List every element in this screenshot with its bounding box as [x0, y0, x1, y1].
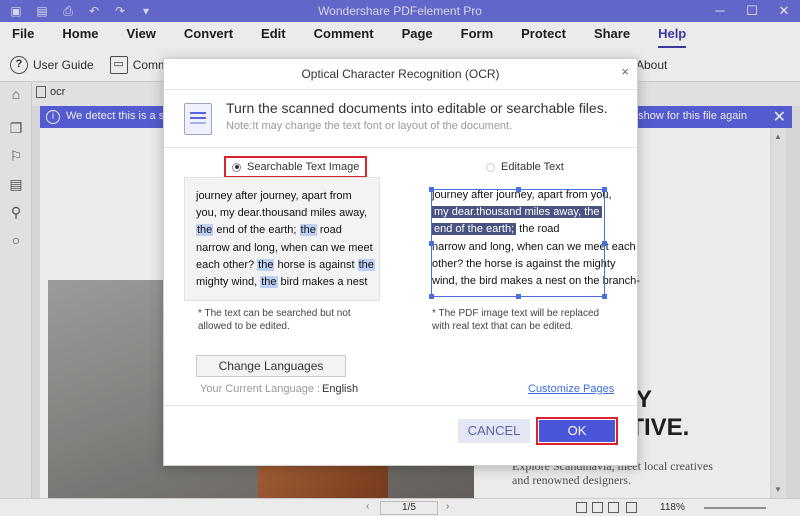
search-hit: the	[196, 224, 214, 237]
resize-handle	[429, 187, 434, 192]
title-divider	[164, 89, 637, 90]
resize-handle	[516, 294, 521, 299]
current-language-label: Your Current Language :	[200, 383, 321, 395]
ocr-scan-icon	[184, 103, 212, 135]
ok-button[interactable]: OK	[536, 417, 618, 445]
editable-radio[interactable]	[486, 162, 495, 172]
search-hit: the	[260, 276, 278, 289]
search-hit: the	[299, 224, 317, 237]
close-dialog-button[interactable]: ×	[621, 64, 629, 79]
search-hit: the	[257, 258, 275, 271]
resize-handle	[429, 294, 434, 299]
text-selection-box	[429, 187, 607, 299]
cancel-button[interactable]: CANCEL	[458, 419, 530, 443]
searchable-preview: journey after journey, apart from you, m…	[184, 177, 380, 301]
preview-text: bird makes a nest	[277, 276, 368, 289]
preview-line: each other? the horse is against the	[196, 257, 375, 274]
preview-text: horse is against	[274, 258, 358, 271]
preview-line: journey after journey, apart from	[196, 190, 352, 202]
dialog-header-text: Turn the scanned documents into editable…	[226, 100, 608, 116]
preview-line: you, my dear.thousand miles away,	[196, 207, 367, 220]
change-languages-button[interactable]: Change Languages	[196, 355, 346, 377]
resize-handle	[602, 294, 607, 299]
searchable-option-label: Searchable Text Image	[247, 161, 360, 173]
resize-handle	[602, 241, 607, 246]
preview-line: narrow and long, when can we meet	[196, 241, 373, 254]
dialog-title: Optical Character Recognition (OCR)	[301, 67, 500, 81]
preview-text: road	[316, 224, 342, 237]
ocr-dialog: Optical Character Recognition (OCR) × Tu…	[163, 58, 640, 466]
preview-text: each other?	[196, 258, 258, 271]
resize-handle	[516, 187, 521, 192]
preview-text: mighty wind,	[196, 276, 261, 289]
ok-button-label: OK	[539, 420, 615, 442]
customize-pages-link[interactable]: Customize Pages	[528, 383, 614, 395]
dialog-header-note: Note:It may change the text font or layo…	[226, 120, 513, 132]
resize-handle	[429, 241, 434, 246]
header-divider	[164, 147, 637, 148]
current-language-value: English	[322, 383, 359, 395]
preview-text: end of the earth;	[213, 224, 300, 237]
editable-option-label: Editable Text	[501, 161, 564, 173]
searchable-radio[interactable]	[232, 162, 241, 172]
preview-line: the end of the earth; the road	[196, 222, 371, 239]
resize-handle	[602, 187, 607, 192]
preview-line: mighty wind, the bird makes a nest	[196, 274, 371, 291]
searchable-text-image-option[interactable]: Searchable Text Image	[224, 156, 368, 178]
search-hit: the	[357, 258, 375, 271]
editable-text-option[interactable]: Editable Text	[480, 156, 570, 178]
editable-caption-1: * The PDF image text will be replaced	[432, 308, 600, 319]
searchable-caption-2: allowed to be edited.	[198, 321, 290, 332]
footer-divider	[164, 405, 637, 406]
editable-caption-2: with real text that can be edited.	[432, 321, 574, 332]
searchable-caption-1: * The text can be searched but not	[198, 308, 351, 319]
